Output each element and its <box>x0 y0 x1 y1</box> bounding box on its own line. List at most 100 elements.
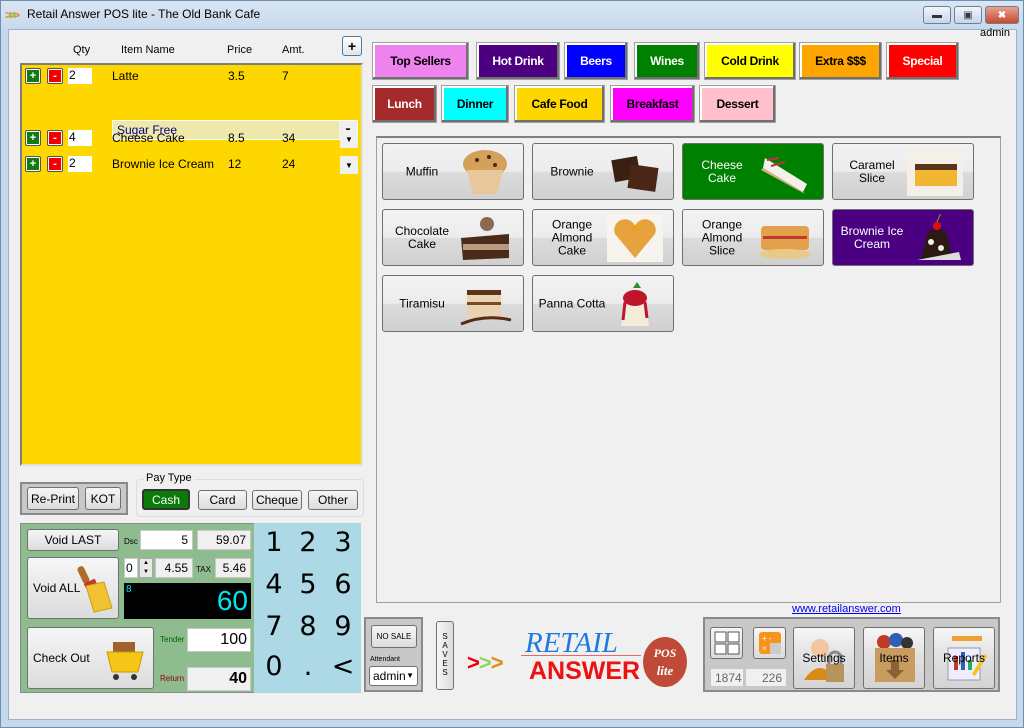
brownie-icon <box>605 148 665 196</box>
category-extra-button[interactable]: Extra $$$ <box>799 42 882 80</box>
spinner-arrows[interactable]: ▲ ▼ <box>139 558 153 578</box>
item-amount: 7 <box>282 69 289 83</box>
tax-base-field: 4.55 <box>155 558 193 578</box>
chevron-down-icon[interactable]: ▼ <box>340 130 358 148</box>
spinner-down-icon[interactable]: ▼ <box>143 569 149 575</box>
category-breakfast-button[interactable]: Breakfast <box>610 85 695 123</box>
order-row: + - 2 Brownie Ice Cream 12 24 ▼ <box>22 156 361 174</box>
logo-divider <box>521 655 641 656</box>
key-0[interactable]: 0 <box>257 651 291 682</box>
calculator-button[interactable]: + - × <box>753 627 786 659</box>
svg-text:+ -: + - <box>762 634 772 643</box>
category-wines-button[interactable]: Wines <box>634 42 700 80</box>
saves-letter: A <box>442 641 448 650</box>
tender-field[interactable]: 100 <box>187 628 251 652</box>
discount-label: Dsc <box>124 537 138 546</box>
discount-field[interactable]: 5 <box>140 530 193 550</box>
increase-qty-button[interactable]: + <box>25 156 41 172</box>
category-cold-drink-button[interactable]: Cold Drink <box>704 42 796 80</box>
void-last-button[interactable]: Void LAST <box>27 529 119 551</box>
category-beers-button[interactable]: Beers <box>564 42 628 80</box>
item-price: 12 <box>228 157 242 171</box>
chevron-down-icon[interactable]: ▼ <box>340 156 358 174</box>
product-cheese-cake-button[interactable]: Cheese Cake <box>682 143 824 200</box>
window-title: Retail Answer POS lite - The Old Bank Ca… <box>27 7 261 21</box>
reports-button[interactable]: Reports <box>933 627 995 689</box>
key-decimal[interactable]: . <box>291 651 325 682</box>
product-label: Muffin <box>405 164 439 178</box>
spinner-up-icon[interactable]: ▲ <box>143 560 149 566</box>
no-sale-button[interactable]: NO SALE <box>371 625 417 648</box>
void-all-button[interactable]: Void ALL <box>27 557 119 619</box>
increase-qty-button[interactable]: + <box>25 130 41 146</box>
category-top-sellers-button[interactable]: Top Sellers <box>372 42 469 80</box>
product-orange-almond-slice-button[interactable]: Orange Almond Slice <box>682 209 824 266</box>
orange-almond-slice-icon <box>755 214 815 262</box>
product-label: Chocolate Cake <box>394 223 450 251</box>
key-6[interactable]: 6 <box>326 569 360 600</box>
key-8[interactable]: 8 <box>291 611 325 642</box>
totals-panel: Void LAST Void ALL Check Out Dsc 5 59.07… <box>20 523 256 693</box>
product-label: Orange Almond Cake <box>551 217 593 257</box>
product-grid: Muffin Brownie Cheese Cake Caramel Slice Cho… <box>376 136 1001 603</box>
add-item-button[interactable]: + <box>342 36 362 56</box>
pay-other-button[interactable]: Other <box>308 490 358 510</box>
category-dessert-button[interactable]: Dessert <box>699 85 776 123</box>
pay-type-legend: Pay Type <box>144 472 194 484</box>
decrease-qty-button[interactable]: - <box>47 68 63 84</box>
keyboard-icon <box>714 631 739 655</box>
category-lunch-button[interactable]: Lunch <box>372 85 437 123</box>
key-7[interactable]: 7 <box>257 611 291 642</box>
kot-button[interactable]: KOT <box>85 487 121 510</box>
reprint-button[interactable]: Re-Print <box>27 487 79 510</box>
product-orange-almond-cake-button[interactable]: Orange Almond Cake <box>532 209 674 266</box>
product-label: Tiramisu <box>399 296 445 310</box>
cheesecake-icon <box>755 148 815 196</box>
product-brownie-ice-cream-button[interactable]: Brownie Ice Cream <box>832 209 974 266</box>
product-brownie-button[interactable]: Brownie <box>532 143 674 200</box>
minimize-button[interactable]: ▬ <box>923 6 951 24</box>
restore-button[interactable]: ▣ <box>954 6 982 24</box>
pay-card-button[interactable]: Card <box>198 490 247 510</box>
saves-letter: S <box>442 632 448 641</box>
decrease-qty-button[interactable]: - <box>47 130 63 146</box>
product-panna-cotta-button[interactable]: Panna Cotta <box>532 275 674 332</box>
pay-cheque-button[interactable]: Cheque <box>252 490 302 510</box>
spinner-field[interactable]: 0 <box>124 558 138 578</box>
product-muffin-button[interactable]: Muffin <box>382 143 524 200</box>
category-hot-drink-button[interactable]: Hot Drink <box>476 42 560 80</box>
key-2[interactable]: 2 <box>291 527 325 558</box>
category-special-button[interactable]: Special <box>886 42 959 80</box>
brownie-ice-cream-icon <box>905 214 965 262</box>
check-out-button[interactable]: Check Out <box>27 627 154 689</box>
logo-answer-text: ANSWER <box>529 657 641 685</box>
category-cafe-food-button[interactable]: Cafe Food <box>514 85 605 123</box>
product-chocolate-cake-button[interactable]: Chocolate Cake <box>382 209 524 266</box>
order-row: + - 4 Cheese Cake 8.5 34 ▼ <box>22 130 361 148</box>
saves-button[interactable]: SAVES <box>436 621 454 690</box>
increase-qty-button[interactable]: + <box>25 68 41 84</box>
keyboard-button[interactable] <box>710 627 743 659</box>
pay-cash-button[interactable]: Cash <box>142 489 190 510</box>
website-link[interactable]: www.retailanswer.com <box>792 603 901 615</box>
key-9[interactable]: 9 <box>326 611 360 642</box>
qty-field[interactable]: 2 <box>68 68 92 84</box>
product-tiramisu-button[interactable]: Tiramisu <box>382 275 524 332</box>
close-button[interactable]: ✖ <box>985 6 1019 24</box>
decrease-qty-button[interactable]: - <box>47 156 63 172</box>
logo-arrows-icon: >>> <box>467 650 504 675</box>
product-caramel-slice-button[interactable]: Caramel Slice <box>832 143 974 200</box>
key-4[interactable]: 4 <box>257 569 291 600</box>
key-3[interactable]: 3 <box>326 527 360 558</box>
category-dinner-button[interactable]: Dinner <box>441 85 509 123</box>
key-5[interactable]: 5 <box>291 569 325 600</box>
qty-field[interactable]: 4 <box>68 130 92 146</box>
saves-letter: V <box>442 650 448 659</box>
return-field: 40 <box>187 667 251 691</box>
attendant-select[interactable]: admin ▼ <box>369 666 418 686</box>
items-button[interactable]: Items <box>863 627 925 689</box>
qty-field[interactable]: 2 <box>68 156 92 172</box>
settings-button[interactable]: Settings <box>793 627 855 689</box>
key-1[interactable]: 1 <box>257 527 291 558</box>
key-backspace[interactable]: < <box>326 651 360 682</box>
